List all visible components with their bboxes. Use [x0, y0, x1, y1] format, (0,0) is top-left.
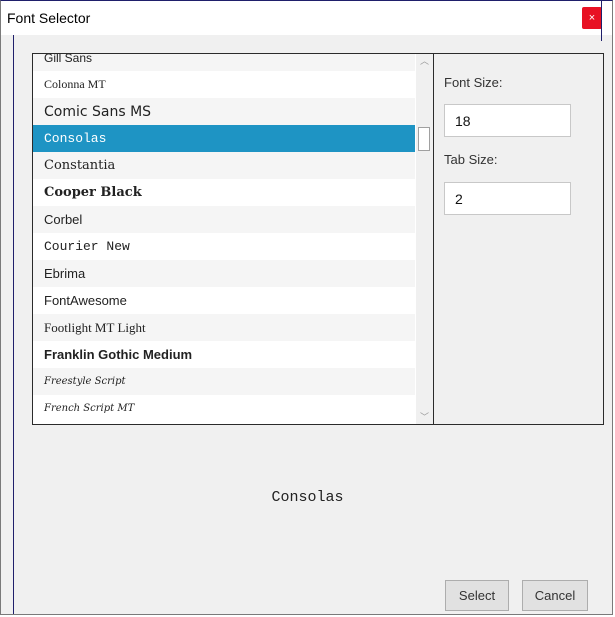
- scroll-up-icon[interactable]: ︿: [416, 54, 433, 68]
- font-list-item[interactable]: French Script MT: [33, 395, 415, 422]
- right-frame-line: [601, 1, 602, 41]
- font-selector-window: Font Selector × Gill Sans Colonna MT Comic…: [0, 0, 613, 615]
- font-list-item[interactable]: Comic Sans MS: [33, 98, 415, 125]
- font-list-item[interactable]: Gill Sans: [33, 54, 415, 71]
- font-list-item[interactable]: Courier New: [33, 233, 415, 260]
- font-list-item[interactable]: Consolas: [33, 125, 415, 152]
- font-list-item[interactable]: Ebrima: [33, 260, 415, 287]
- tab-size-label: Tab Size:: [444, 152, 498, 167]
- font-list-item[interactable]: Footlight MT Light: [33, 314, 415, 341]
- font-settings-panel: Gill Sans Colonna MT Comic Sans MS Consolas…: [32, 53, 604, 425]
- font-preview-text: Consolas: [271, 489, 344, 506]
- font-list-item[interactable]: FontAwesome: [33, 287, 415, 314]
- font-list[interactable]: Gill Sans Colonna MT Comic Sans MS Consolas…: [33, 54, 434, 424]
- window-title: Font Selector: [7, 10, 91, 26]
- scroll-thumb[interactable]: [418, 127, 430, 151]
- title-bar: Font Selector ×: [1, 1, 612, 35]
- font-list-item[interactable]: Franklin Gothic Medium: [33, 341, 415, 368]
- font-list-item[interactable]: Cooper Black: [33, 179, 415, 206]
- tab-size-input[interactable]: [444, 182, 571, 215]
- left-frame-line: [13, 35, 14, 614]
- font-list-scrollbar[interactable]: ︿ ﹀: [416, 54, 433, 424]
- font-list-item[interactable]: Corbel: [33, 206, 415, 233]
- cancel-button[interactable]: Cancel: [522, 580, 588, 611]
- close-button[interactable]: ×: [582, 7, 602, 29]
- font-options: Font Size: Tab Size:: [434, 54, 603, 424]
- scroll-down-icon[interactable]: ﹀: [416, 410, 433, 424]
- font-list-item[interactable]: Freestyle Script: [33, 368, 415, 395]
- font-list-item[interactable]: Constantia: [33, 152, 415, 179]
- font-size-label: Font Size:: [444, 75, 503, 90]
- select-button[interactable]: Select: [445, 580, 509, 611]
- font-size-input[interactable]: [444, 104, 571, 137]
- font-list-item[interactable]: Colonna MT: [33, 71, 415, 98]
